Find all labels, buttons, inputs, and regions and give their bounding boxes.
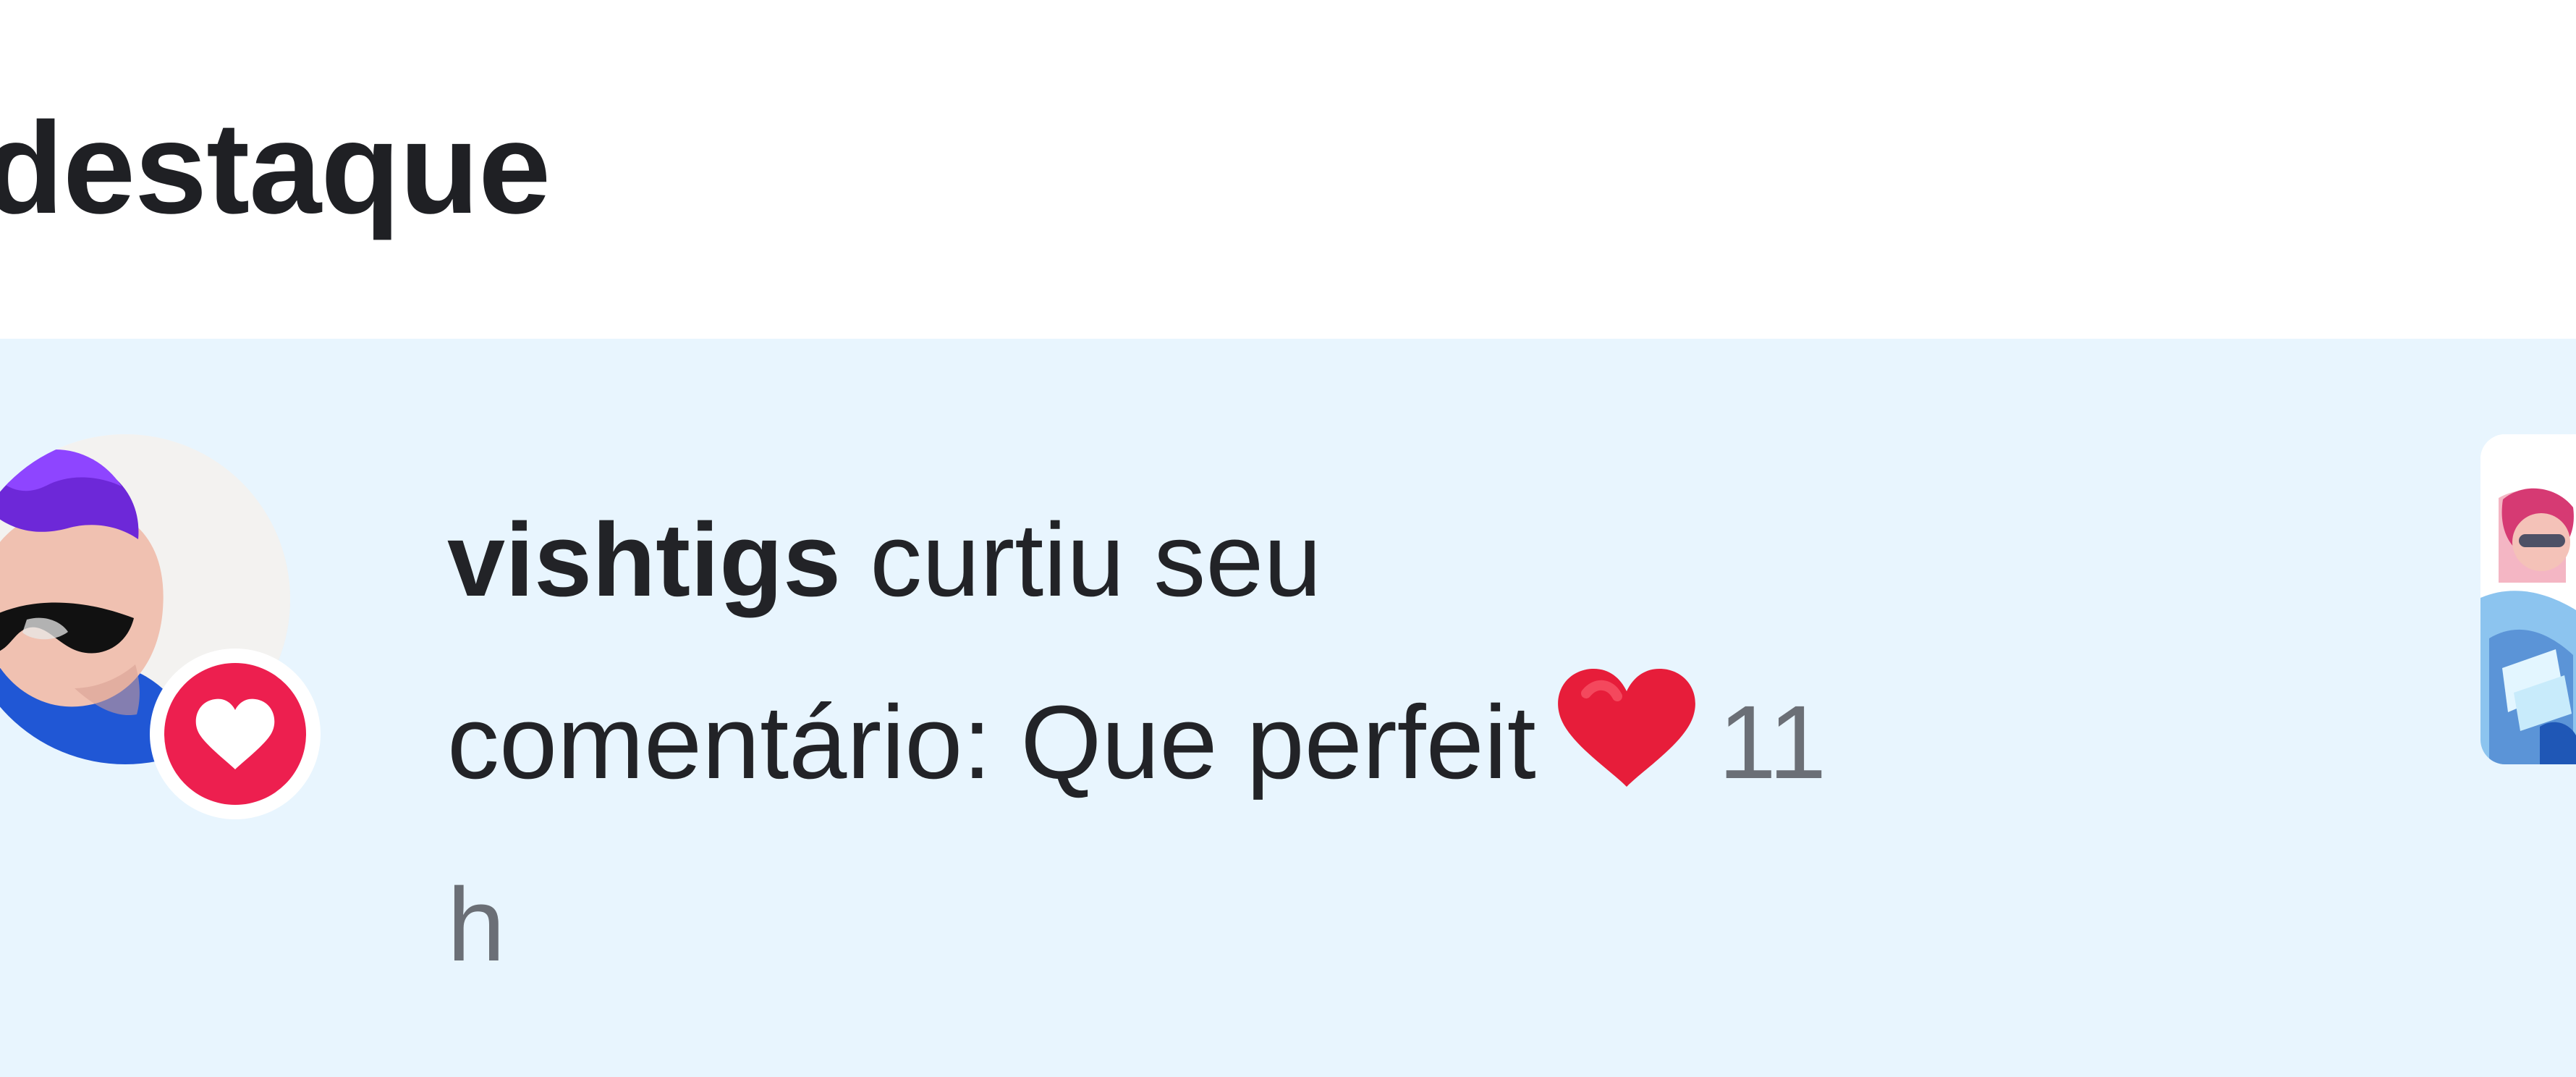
notifications-screen: destaque vishtigs curtiu seu comentário:… [0,0,2576,1077]
section-title: destaque [0,96,551,241]
red-heart-emoji-icon [1551,664,1703,794]
message-line-1: vishtigs curtiu seu [447,469,2329,651]
avatar-with-badge[interactable] [0,434,321,819]
notification-action: curtiu seu [870,502,1322,618]
heart-icon [164,663,306,805]
notification-time-unit: h [447,866,506,983]
like-badge [150,649,321,819]
post-thumbnail-image [2480,434,2576,764]
notification-message[interactable]: vishtigs curtiu seu comentário: Que perf… [447,469,2329,1016]
notification-row[interactable]: vishtigs curtiu seu comentário: Que perf… [0,339,2576,1077]
username[interactable]: vishtigs [447,502,841,618]
post-thumbnail[interactable] [2480,434,2576,764]
comment-preview: comentário: Que perfeit [447,684,1536,801]
notification-time-number: 11 [1718,684,1827,801]
message-line-2: comentário: Que perfeit 11 [447,651,2329,834]
